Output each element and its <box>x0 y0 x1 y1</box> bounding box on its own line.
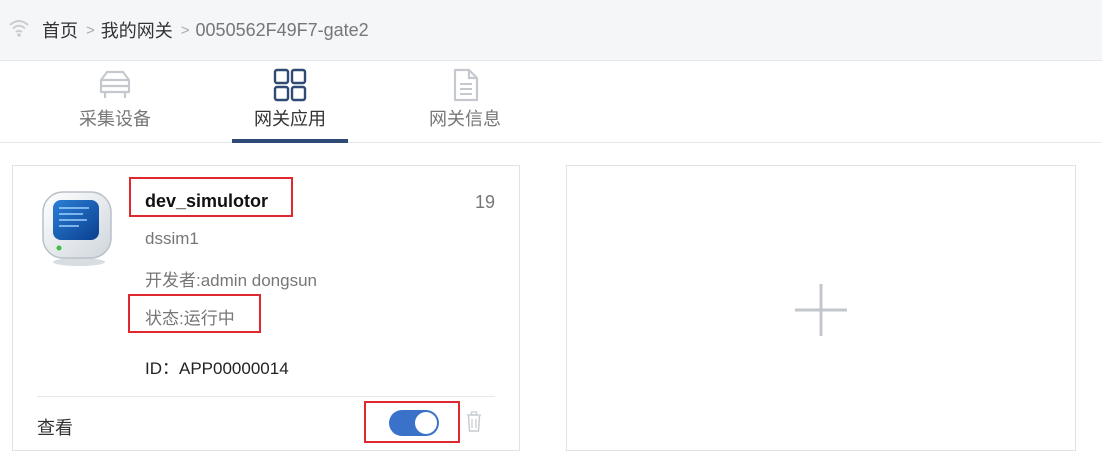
breadcrumb-separator: > <box>180 21 190 39</box>
breadcrumb-home[interactable]: 首页 <box>42 17 78 43</box>
view-button[interactable]: 查看 <box>37 414 73 440</box>
breadcrumb-separator: > <box>86 21 95 39</box>
breadcrumb-my-gateways[interactable]: 我的网关 <box>101 17 173 43</box>
app-card: dev_simulotor 19 dssim1 开发者:admin dongsu… <box>12 165 520 451</box>
tab-bar: 采集设备 网关应用 网关信息 <box>0 61 1102 143</box>
wifi-icon <box>9 20 29 37</box>
toggle-knob <box>415 412 437 434</box>
app-status: 状态:运行中 <box>145 309 235 328</box>
app-run-toggle[interactable] <box>389 410 439 436</box>
tab-label: 采集设备 <box>79 109 151 129</box>
top-bar: 首页 > 我的网关 > 0050562F49F7-gate2 <box>0 0 1102 61</box>
plus-icon <box>795 284 847 336</box>
card-divider <box>37 396 495 397</box>
tab-collection-devices[interactable]: 采集设备 <box>57 61 173 142</box>
app-id: ID：APP00000014 <box>145 359 289 378</box>
tab-gateway-info[interactable]: 网关信息 <box>407 61 523 142</box>
active-tab-indicator <box>232 139 348 143</box>
app-developer: 开发者:admin dongsun <box>145 271 317 290</box>
app-subname: dssim1 <box>145 229 199 248</box>
breadcrumb: 首页 > 我的网关 > 0050562F49F7-gate2 <box>42 17 369 43</box>
document-icon <box>453 68 479 102</box>
add-app-card[interactable] <box>566 165 1076 451</box>
app-count: 19 <box>475 192 496 212</box>
tab-label: 网关应用 <box>254 109 326 129</box>
tab-gateway-apps[interactable]: 网关应用 <box>232 61 348 143</box>
app-monitor-icon <box>42 191 112 266</box>
app-name: dev_simulotor <box>145 191 269 211</box>
server-icon <box>99 70 131 98</box>
breadcrumb-current: 0050562F49F7-gate2 <box>195 19 369 40</box>
trash-icon[interactable] <box>465 411 483 433</box>
grid-icon <box>273 68 307 102</box>
tab-label: 网关信息 <box>429 109 501 129</box>
